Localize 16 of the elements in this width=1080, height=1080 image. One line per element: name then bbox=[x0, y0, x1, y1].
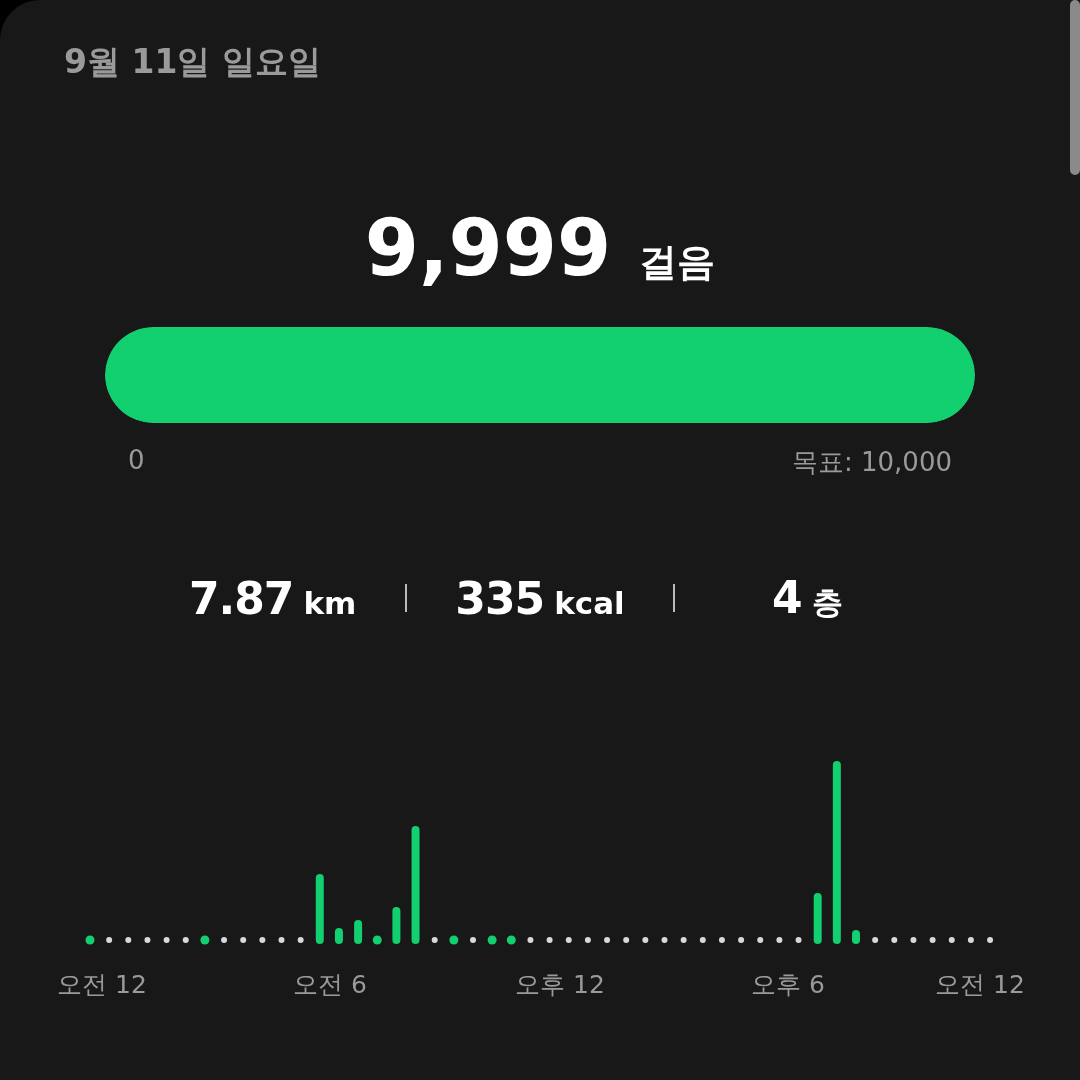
stat-unit: 층 bbox=[811, 583, 843, 622]
time-axis-label: 오전 12 bbox=[935, 969, 1025, 1001]
time-axis-label: 오전 6 bbox=[293, 969, 367, 1001]
stat-value: 4 bbox=[772, 572, 802, 623]
goal-label: 목표: 10,000 bbox=[792, 446, 952, 479]
stat-value: 335 bbox=[455, 572, 545, 624]
time-axis-label: 오전 12 bbox=[57, 969, 147, 1001]
step-count: 9,999 bbox=[364, 203, 612, 293]
stat-unit: kcal bbox=[554, 584, 625, 621]
stat-unit: km bbox=[303, 584, 357, 621]
stat-value: 7.87 bbox=[188, 572, 294, 624]
time-axis-label: 오후 6 bbox=[751, 969, 825, 1001]
step-unit: 걸음 bbox=[639, 239, 716, 286]
date-heading: 9월 11일 일요일 bbox=[64, 41, 322, 83]
time-axis-label: 오후 12 bbox=[515, 969, 605, 1001]
start-label: 0 bbox=[128, 445, 145, 477]
